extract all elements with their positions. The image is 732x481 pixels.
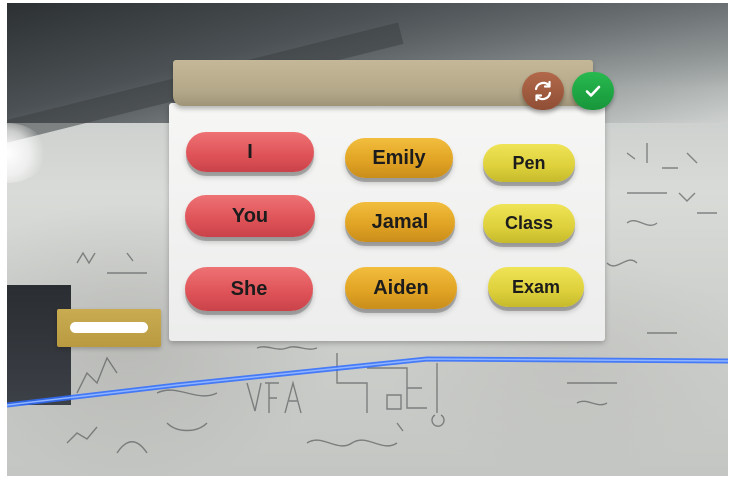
word-label: You: [231, 204, 269, 227]
sentence-builder-panel: I Emily Pen You Jamal Class She Aiden Ex…: [165, 56, 614, 346]
refresh-icon: [534, 80, 552, 102]
side-tab[interactable]: [57, 309, 161, 347]
word-label: Aiden: [373, 276, 429, 299]
word-label: Pen: [512, 152, 546, 173]
word-board: I Emily Pen You Jamal Class She Aiden Ex…: [169, 103, 605, 341]
checkmark-icon: [585, 85, 601, 97]
word-tile-name[interactable]: Jamal: [345, 202, 455, 242]
word-label: She: [230, 277, 268, 300]
refresh-button[interactable]: [522, 72, 564, 110]
word-tile-name[interactable]: Emily: [345, 138, 453, 178]
word-label: Jamal: [371, 210, 429, 233]
word-label: Emily: [372, 146, 426, 169]
word-label: Class: [504, 213, 554, 233]
confirm-button[interactable]: [572, 72, 614, 110]
word-tile-name[interactable]: Aiden: [345, 267, 457, 309]
word-label: Exam: [511, 276, 561, 297]
word-tile-pronoun[interactable]: I: [186, 132, 314, 172]
word-tile-noun[interactable]: Pen: [483, 144, 575, 182]
word-tile-noun[interactable]: Class: [483, 204, 575, 243]
side-tab-handle[interactable]: [70, 322, 148, 333]
word-label: I: [247, 140, 253, 163]
word-tile-pronoun[interactable]: She: [185, 267, 313, 311]
word-tile-noun[interactable]: Exam: [488, 267, 584, 307]
word-tile-pronoun[interactable]: You: [185, 195, 315, 237]
